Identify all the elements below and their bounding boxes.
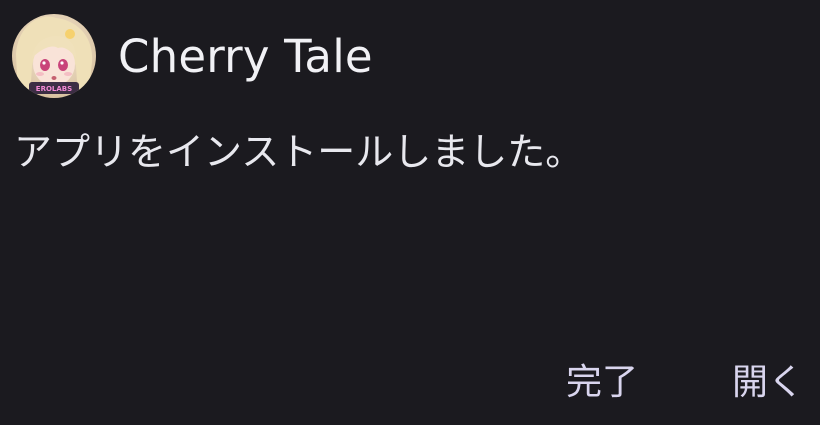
app-icon: EROLABS	[12, 14, 96, 98]
anime-character-icon: EROLABS	[12, 14, 96, 98]
dialog-header: EROLABS Cherry Tale	[12, 14, 373, 98]
dialog-actions: 完了 開く	[566, 365, 804, 401]
install-complete-dialog: EROLABS Cherry Tale アプリをインストールしました。 完了 開…	[0, 0, 820, 425]
done-button[interactable]: 完了	[566, 365, 638, 401]
app-name: Cherry Tale	[118, 29, 373, 83]
app-icon-badge: EROLABS	[36, 85, 72, 93]
open-button[interactable]: 開く	[732, 365, 804, 401]
install-complete-message: アプリをインストールしました。	[14, 130, 584, 174]
